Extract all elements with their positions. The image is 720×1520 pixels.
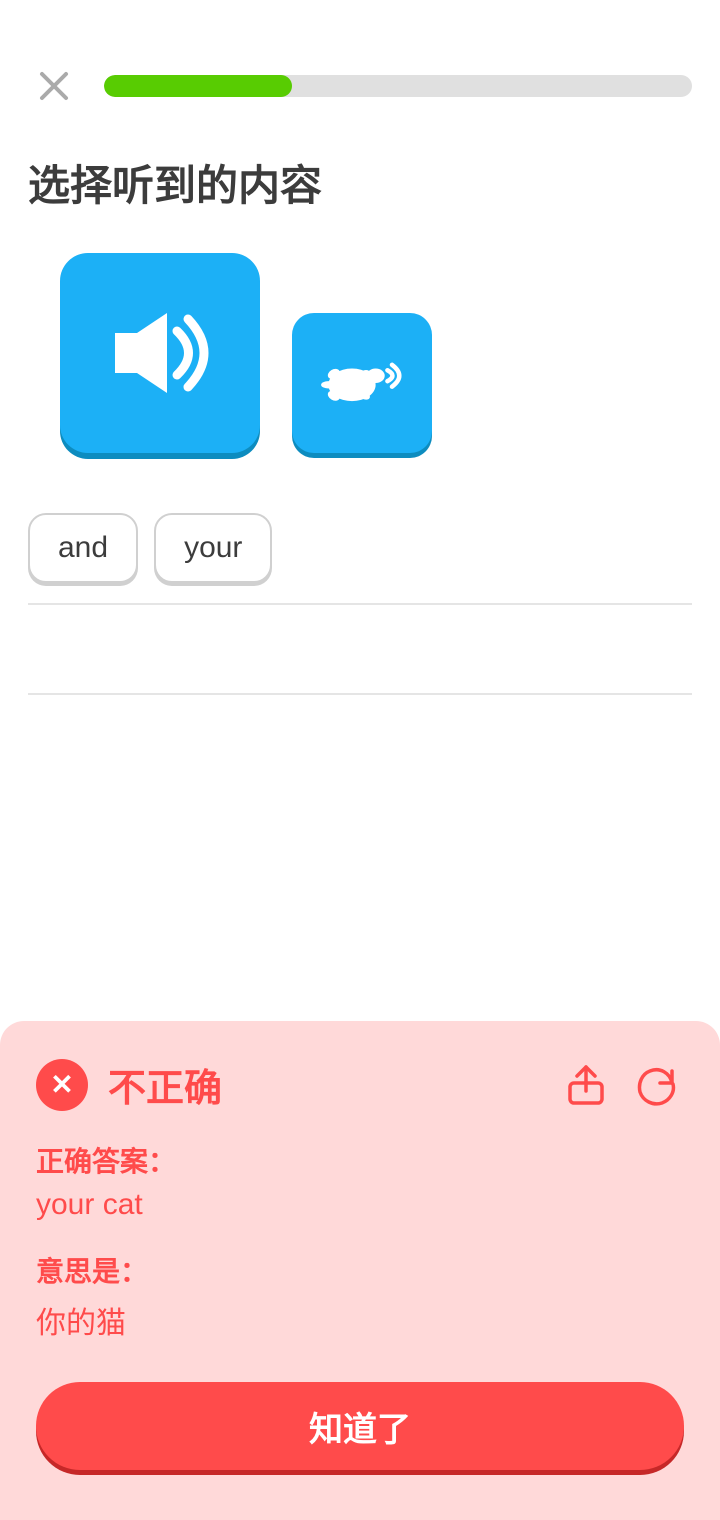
speaker-icon xyxy=(105,303,215,403)
result-panel: ✕ 不正确 正确答案： your cat 意思是： xyxy=(0,1021,720,1520)
share-icon xyxy=(564,1063,608,1107)
word-chip-your[interactable]: your xyxy=(154,513,272,583)
confirm-button[interactable]: 知道了 xyxy=(36,1382,684,1470)
progress-bar xyxy=(104,75,692,97)
correct-answer-value: your cat xyxy=(36,1188,684,1222)
empty-answer-row xyxy=(28,615,692,695)
replay-button[interactable] xyxy=(632,1059,684,1111)
share-button[interactable] xyxy=(560,1059,612,1111)
result-header: ✕ 不正确 xyxy=(36,1057,684,1112)
error-icon: ✕ xyxy=(36,1059,88,1111)
progress-bar-fill xyxy=(104,75,292,97)
meaning-value: 你的猫 xyxy=(36,1298,684,1342)
close-button[interactable] xyxy=(28,60,80,112)
replay-icon xyxy=(636,1063,680,1107)
audio-buttons-row xyxy=(0,253,720,453)
word-chip-and[interactable]: and xyxy=(28,513,138,583)
result-header-left: ✕ 不正确 xyxy=(36,1057,222,1112)
normal-speed-audio-button[interactable] xyxy=(60,253,260,453)
word-chips-row: and your xyxy=(28,503,692,605)
error-x-symbol: ✕ xyxy=(50,1068,73,1101)
answer-area: and your xyxy=(0,503,720,695)
turtle-speaker-icon xyxy=(312,343,412,423)
result-title-text: 不正确 xyxy=(108,1057,222,1112)
meaning-label: 意思是： xyxy=(36,1250,684,1290)
correct-answer-label: 正确答案： xyxy=(36,1140,684,1180)
top-bar xyxy=(0,0,720,132)
close-icon xyxy=(36,68,72,104)
result-actions xyxy=(560,1059,684,1111)
slow-speed-audio-button[interactable] xyxy=(292,313,432,453)
page-title: 选择听到的内容 xyxy=(0,132,720,253)
